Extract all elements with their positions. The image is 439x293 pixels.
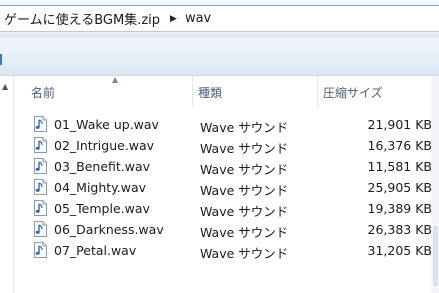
file-size: 16,376 KB <box>367 138 432 153</box>
audio-file-icon <box>34 137 47 153</box>
file-type: Wave サウンド <box>200 225 289 240</box>
file-type: Wave サウンド <box>200 183 289 198</box>
audio-file-icon <box>34 221 47 237</box>
column-header-name[interactable]: ▲ 名前 <box>26 75 204 108</box>
file-name: 07_Petal.wav <box>54 243 137 258</box>
toolbar-edge-marker <box>0 54 2 65</box>
breadcrumb[interactable]: ゲームに使えるBGM集.zip ▶ wav <box>0 5 439 32</box>
column-header-size[interactable]: 圧縮サイズ <box>317 76 439 108</box>
file-name: 01_Wake up.wav <box>54 117 159 132</box>
file-type: Wave サウンド <box>200 141 289 156</box>
sort-ascending-icon: ▲ <box>112 75 119 84</box>
audio-file-icon <box>34 200 47 216</box>
command-toolbar <box>0 38 439 76</box>
file-row[interactable]: 06_Darkness.wav Wave サウンド 26,383 KB <box>14 219 439 240</box>
column-header-size-label: 圧縮サイズ <box>323 85 383 100</box>
file-name: 05_Temple.wav <box>54 201 150 216</box>
column-header-type[interactable]: 種類 <box>192 76 316 108</box>
column-header: ▲ 名前 種類 圧縮サイズ <box>14 75 439 108</box>
audio-file-icon <box>34 242 47 258</box>
file-size: 21,901 KB <box>367 117 432 132</box>
file-row[interactable]: 05_Temple.wav Wave サウンド 19,389 KB <box>14 198 439 219</box>
file-row[interactable]: 07_Petal.wav Wave サウンド 31,205 KB <box>14 240 439 261</box>
vertical-scrollbar[interactable] <box>431 76 439 293</box>
address-bar: ゲームに使えるBGM集.zip ▶ wav <box>0 0 439 38</box>
chevron-right-icon[interactable]: ▶ <box>170 14 177 24</box>
file-row[interactable]: 01_Wake up.wav Wave サウンド 21,901 KB <box>14 114 439 135</box>
audio-file-icon <box>34 158 47 174</box>
file-list: 01_Wake up.wav Wave サウンド 21,901 KB 02_Intri… <box>14 114 439 261</box>
file-type: Wave サウンド <box>200 204 289 219</box>
scrollbar-thumb[interactable] <box>433 226 438 286</box>
breadcrumb-item-wav[interactable]: wav <box>181 11 215 26</box>
file-type: Wave サウンド <box>200 246 289 261</box>
file-size: 11,581 KB <box>367 159 432 174</box>
file-size: 31,205 KB <box>367 243 432 258</box>
column-header-type-label: 種類 <box>198 85 223 100</box>
file-name: 06_Darkness.wav <box>54 222 164 237</box>
file-name: 03_Benefit.wav <box>54 159 151 174</box>
column-header-name-label: 名前 <box>31 85 56 100</box>
file-name: 04_Mighty.wav <box>54 180 147 195</box>
file-row[interactable]: 03_Benefit.wav Wave サウンド 11,581 KB <box>14 156 439 177</box>
breadcrumb-item-zip[interactable]: ゲームに使えるBGM集.zip <box>0 9 164 28</box>
navigation-pane[interactable]: ▲ <box>0 76 14 293</box>
file-name: 02_Intrigue.wav <box>54 138 155 153</box>
audio-file-icon <box>34 179 47 195</box>
file-row[interactable]: 04_Mighty.wav Wave サウンド 25,905 KB <box>14 177 439 198</box>
file-row[interactable]: 02_Intrigue.wav Wave サウンド 16,376 KB <box>14 135 439 156</box>
audio-file-icon <box>34 116 47 132</box>
file-size: 19,389 KB <box>367 201 432 216</box>
file-type: Wave サウンド <box>200 120 289 135</box>
scroll-up-icon[interactable]: ▲ <box>2 82 8 91</box>
file-size: 26,383 KB <box>367 222 432 237</box>
explorer-window: ゲームに使えるBGM集.zip ▶ wav ▲ ▲ 名前 種類 圧縮サイズ 01… <box>0 0 439 293</box>
file-type: Wave サウンド <box>200 162 289 177</box>
file-size: 25,905 KB <box>367 180 432 195</box>
